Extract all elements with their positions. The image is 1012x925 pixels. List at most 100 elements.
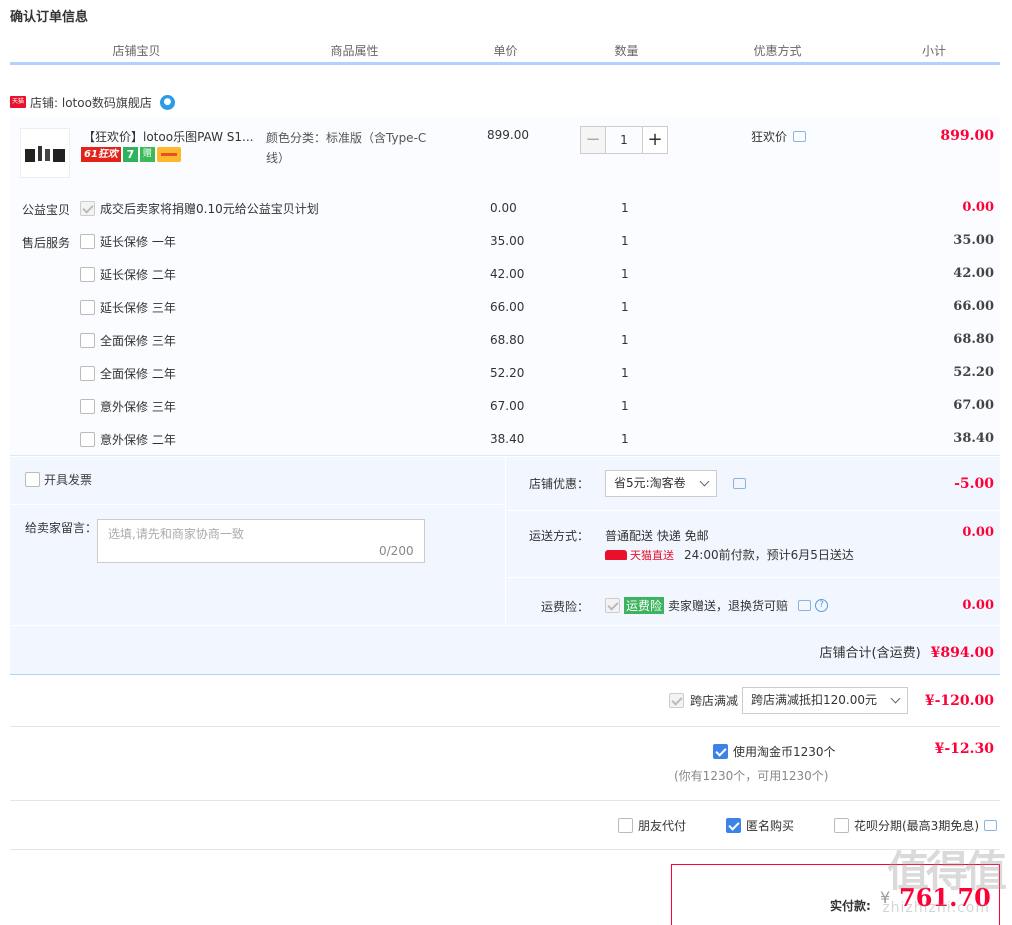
coins-amount: ¥-12.30 xyxy=(934,741,994,757)
divider xyxy=(10,455,1000,456)
service-checkbox[interactable] xyxy=(80,333,95,348)
huabei-checkbox[interactable] xyxy=(834,818,849,833)
charity-qty: 1 xyxy=(621,201,629,215)
invoice-option[interactable]: 开具发票 xyxy=(25,471,92,488)
coins-note: (你有1230个，可用1230个) xyxy=(674,769,829,783)
payment-label: 实付款: xyxy=(830,899,871,913)
service-subtotal: 52.20 xyxy=(953,365,994,380)
cross-store-select[interactable]: 跨店满减抵扣120.00元 xyxy=(742,687,908,714)
divider xyxy=(10,726,1000,727)
qty-minus-button[interactable]: − xyxy=(580,126,606,154)
help-question-icon[interactable]: ? xyxy=(815,599,829,612)
charity-label: 公益宝贝 xyxy=(22,203,71,217)
shipping-eta-row: 天猫直送 24:00前付款，预计6月5日送达 xyxy=(605,546,854,563)
col-discount: 优惠方式 xyxy=(688,41,868,62)
service-checkbox[interactable] xyxy=(80,267,95,282)
charity-price: 0.00 xyxy=(490,201,517,215)
message-char-count: 0/200 xyxy=(379,544,414,558)
service-qty: 1 xyxy=(621,234,629,248)
service-qty: 1 xyxy=(621,300,629,314)
product-title-link[interactable]: 【狂欢价】lotoo乐图PAW S1... xyxy=(83,128,263,145)
invoice-checkbox[interactable] xyxy=(25,472,40,487)
shop-row: 天猫 店铺: lotoo数码旗舰店 ● xyxy=(10,92,175,112)
shop-total-label: 店铺合计(含运费) xyxy=(819,646,921,661)
promo-badges: 61狂欢 7 赠 xyxy=(81,147,181,162)
service-option[interactable]: 延长保修 一年 xyxy=(80,233,176,250)
service-option[interactable]: 全面保修 三年 xyxy=(80,332,176,349)
message-bubble-icon[interactable] xyxy=(793,131,807,142)
friend-pay-label: 朋友代付 xyxy=(638,819,687,833)
service-subtotal: 66.00 xyxy=(953,299,994,314)
shipping-eta: 24:00前付款，预计6月5日送达 xyxy=(684,548,854,562)
message-bubble-icon[interactable] xyxy=(798,600,812,611)
service-name: 延长保修 三年 xyxy=(100,301,176,315)
quantity-stepper: − 1 + xyxy=(580,126,668,154)
insurance-option: 运费险 卖家赠送，退换货可赔 ? xyxy=(605,597,829,614)
insurance-text: 卖家赠送，退换货可赔 xyxy=(668,599,789,613)
cross-store-value: 跨店满减抵扣120.00元 xyxy=(751,693,877,707)
shop-discount-label: 店铺优惠： xyxy=(529,477,590,491)
service-name: 全面保修 二年 xyxy=(100,367,176,381)
message-bubble-icon[interactable] xyxy=(984,820,997,831)
anonymous-checkbox[interactable] xyxy=(726,818,741,833)
anonymous-label: 匿名购买 xyxy=(746,819,795,833)
service-checkbox[interactable] xyxy=(80,300,95,315)
shipping-amount: 0.00 xyxy=(962,525,994,540)
tmall-direct-text: 天猫直送 xyxy=(630,548,674,562)
tmall-badge-icon: 天猫 xyxy=(10,96,26,108)
service-qty: 1 xyxy=(621,333,629,347)
service-checkbox[interactable] xyxy=(80,234,95,249)
service-option[interactable]: 全面保修 二年 xyxy=(80,365,176,382)
huabei-option[interactable]: 花呗分期(最高3期免息) xyxy=(834,817,997,834)
qty-input[interactable]: 1 xyxy=(606,126,642,154)
coins-option[interactable]: 使用淘金币1230个 xyxy=(713,743,836,760)
service-price: 42.00 xyxy=(490,267,525,281)
discount-method: 狂欢价 xyxy=(751,128,807,145)
service-name: 意外保修 二年 xyxy=(100,433,176,447)
promo-61-badge: 61狂欢 xyxy=(81,147,121,162)
service-option[interactable]: 意外保修 三年 xyxy=(80,398,176,415)
insurance-checkbox xyxy=(605,598,620,613)
service-price: 52.20 xyxy=(490,366,525,380)
shop-discount-select[interactable]: 省5元:淘客卷 xyxy=(605,470,717,497)
service-option[interactable]: 延长保修 二年 xyxy=(80,266,176,283)
shop-total-amount: ¥894.00 xyxy=(930,645,994,661)
shop-name-link[interactable]: 店铺: lotoo数码旗舰店 xyxy=(30,94,152,111)
coins-checkbox[interactable] xyxy=(713,744,728,759)
service-price: 66.00 xyxy=(490,300,525,314)
message-bubble-icon[interactable] xyxy=(733,478,746,489)
insurance-badge: 运费险 xyxy=(624,597,665,614)
friend-pay-checkbox[interactable] xyxy=(618,818,633,833)
anonymous-option[interactable]: 匿名购买 xyxy=(726,817,794,834)
watermark-url: zhizhizhi.com xyxy=(882,900,990,916)
cross-store-label: 跨店满减 xyxy=(690,694,739,708)
service-checkbox[interactable] xyxy=(80,432,95,447)
cross-store-checkbox xyxy=(669,693,684,708)
invoice-label: 开具发票 xyxy=(44,473,93,487)
product-thumbnail[interactable] xyxy=(20,128,70,178)
shipping-method: 普通配送 快递 免邮 xyxy=(605,529,709,543)
service-option[interactable]: 意外保修 二年 xyxy=(80,431,176,448)
qty-plus-button[interactable]: + xyxy=(642,126,668,154)
gift-icon: 赠 xyxy=(139,147,155,162)
service-checkbox[interactable] xyxy=(80,366,95,381)
shipping-label: 运送方式： xyxy=(529,529,590,543)
friend-pay-option[interactable]: 朋友代付 xyxy=(618,817,686,834)
charity-subtotal: 0.00 xyxy=(962,200,994,215)
tmall-direct-badge: 天猫直送 xyxy=(605,547,674,563)
table-header: 店铺宝贝 商品属性 单价 数量 优惠方式 小计 xyxy=(10,41,1000,65)
service-option[interactable]: 延长保修 三年 xyxy=(80,299,176,316)
col-attributes: 商品属性 xyxy=(265,41,445,62)
tmall-cat-icon xyxy=(605,549,627,560)
service-qty: 1 xyxy=(621,432,629,446)
service-name: 延长保修 二年 xyxy=(100,268,176,282)
discount-label: 狂欢价 xyxy=(751,130,788,144)
service-checkbox[interactable] xyxy=(80,399,95,414)
service-price: 35.00 xyxy=(490,234,525,248)
service-subtotal: 42.00 xyxy=(953,266,994,281)
service-qty: 1 xyxy=(621,267,629,281)
charity-option: 成交后卖家将捐赠0.10元给公益宝贝计划 xyxy=(80,200,319,217)
charity-text: 成交后卖家将捐赠0.10元给公益宝贝计划 xyxy=(100,202,319,216)
wangwang-chat-icon[interactable]: ● xyxy=(159,94,175,110)
service-subtotal: 38.40 xyxy=(953,431,994,446)
